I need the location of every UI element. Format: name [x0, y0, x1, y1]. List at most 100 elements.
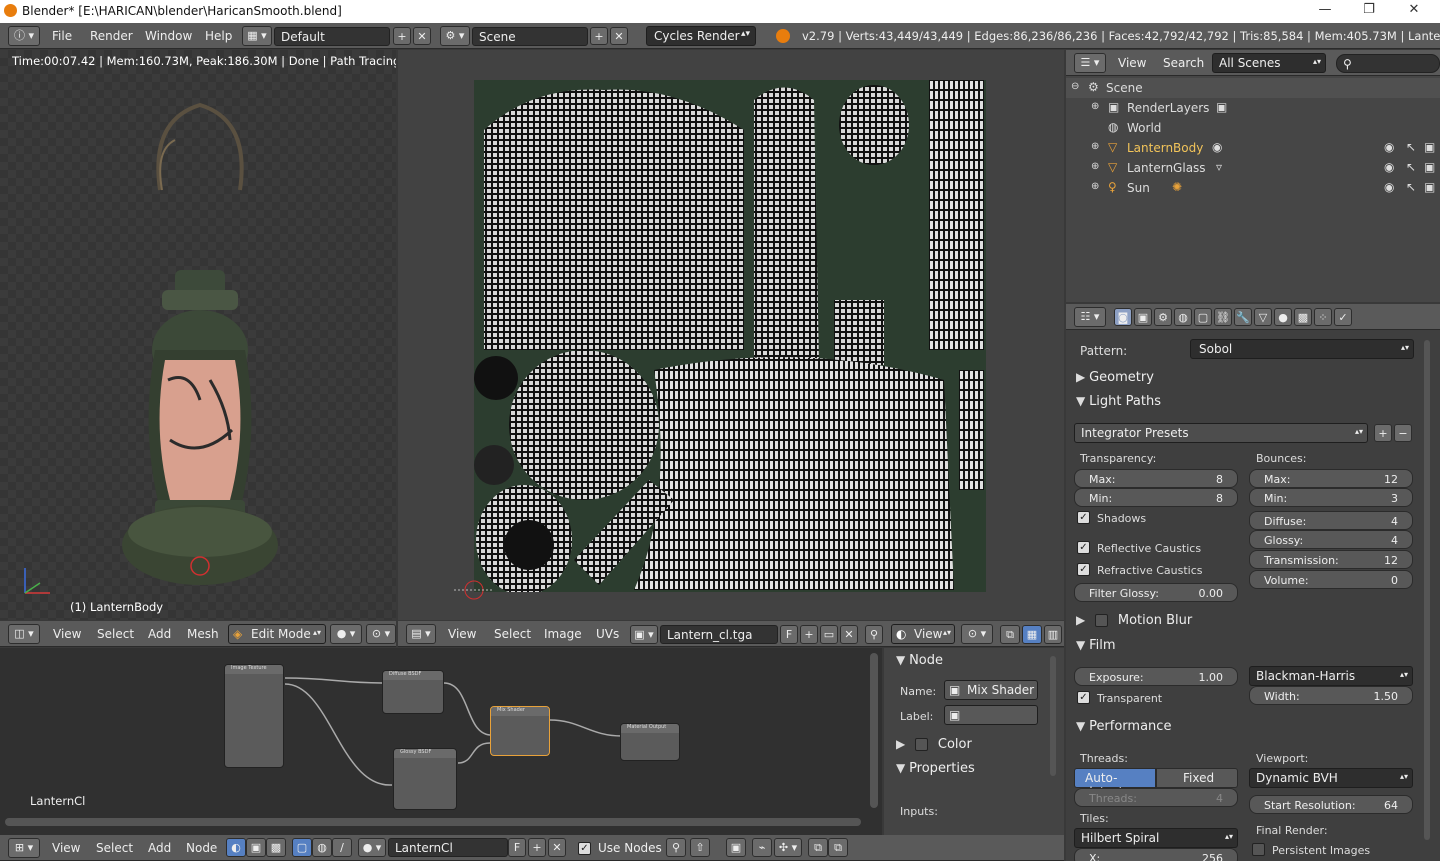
- menu-node[interactable]: Node: [186, 841, 217, 855]
- add-preset-icon[interactable]: +: [1374, 424, 1392, 442]
- mix-shader-node[interactable]: Mix Shader: [490, 706, 550, 756]
- node-sidebar-scrollbar[interactable]: [1050, 656, 1056, 776]
- outliner-row-lanternglass[interactable]: ⊕ ▽ LanternGlass ▿ ◉ ↖ ▣: [1066, 158, 1440, 178]
- transparent-checkbox[interactable]: ✓: [1077, 691, 1090, 704]
- menu-file[interactable]: File: [52, 29, 72, 43]
- compositing-tree-icon[interactable]: ▣: [246, 838, 266, 857]
- sync-selection-icon[interactable]: ⧉: [1000, 625, 1020, 644]
- texture-tab-icon[interactable]: ▩: [1294, 308, 1312, 326]
- scene-icon[interactable]: ⚙ ▾: [440, 26, 470, 46]
- viewport-bvh-select[interactable]: Dynamic BVH ▴▾: [1249, 768, 1413, 788]
- linestyle-shader-icon[interactable]: ∕: [332, 838, 352, 857]
- film-panel-header[interactable]: ▼ Film: [1076, 638, 1426, 658]
- threads-count-field[interactable]: Threads: 4: [1074, 788, 1238, 807]
- unlink-material-icon[interactable]: ✕: [548, 838, 566, 857]
- bounces-max-field[interactable]: Max: 12: [1249, 469, 1413, 488]
- particles-tab-icon[interactable]: ⁘: [1314, 308, 1332, 326]
- node-panel-header[interactable]: ▼ Node: [896, 653, 943, 668]
- node-editor-scrollbar[interactable]: [5, 818, 861, 826]
- 3d-viewport[interactable]: Time:00:07.42 | Mem:160.73M, Peak:186.30…: [0, 50, 396, 620]
- physics-tab-icon[interactable]: ✓: [1334, 308, 1352, 326]
- menu-render[interactable]: Render: [90, 29, 133, 43]
- editor-type-uv-icon[interactable]: ▤ ▾: [406, 624, 436, 644]
- add-scene-icon[interactable]: +: [590, 27, 608, 45]
- pattern-select[interactable]: Sobol ▴▾: [1190, 339, 1414, 359]
- outliner-row-scene[interactable]: ⊖ ⚙ Scene: [1066, 78, 1440, 98]
- render-camera-icon[interactable]: ▣: [1424, 160, 1435, 174]
- light-paths-panel-header[interactable]: ▼ Light Paths: [1076, 394, 1426, 414]
- vertex-select-icon[interactable]: ▦: [1022, 625, 1042, 644]
- motion-blur-checkbox[interactable]: [1095, 614, 1109, 627]
- shader-tree-icon[interactable]: ◐: [226, 838, 246, 857]
- volume-field[interactable]: Volume: 0: [1249, 570, 1413, 589]
- auto-detect-button[interactable]: Auto-detect: [1074, 768, 1156, 799]
- transmission-field[interactable]: Transmission: 12: [1249, 550, 1413, 569]
- exposure-field[interactable]: Exposure: 1.00: [1074, 667, 1238, 686]
- refractive-caustics-checkbox[interactable]: ✓: [1077, 563, 1090, 576]
- outliner-row-world[interactable]: ◍ World: [1066, 118, 1440, 138]
- properties-subpanel-header[interactable]: ▼ Properties: [896, 761, 975, 776]
- remove-layout-icon[interactable]: ✕: [413, 27, 431, 45]
- menu-add-node[interactable]: Add: [148, 841, 171, 855]
- material-tab-icon[interactable]: ●: [1274, 308, 1292, 326]
- remove-scene-icon[interactable]: ✕: [610, 27, 628, 45]
- glossy-field[interactable]: Glossy: 4: [1249, 530, 1413, 549]
- filter-width-field[interactable]: Width: 1.50: [1249, 686, 1413, 705]
- face-select-icon[interactable]: ▥: [1044, 625, 1062, 644]
- editor-type-3d-icon[interactable]: ◫ ▾: [8, 624, 40, 644]
- node-pin-icon[interactable]: ⚲: [666, 838, 686, 857]
- menu-view-3d[interactable]: View: [53, 627, 81, 641]
- world-tab-icon[interactable]: ◍: [1174, 308, 1192, 326]
- new-image-icon[interactable]: +: [800, 625, 818, 644]
- motion-blur-panel-header[interactable]: ▶ Motion Blur: [1076, 613, 1426, 633]
- render-camera-icon[interactable]: ▣: [1424, 140, 1435, 154]
- menu-help[interactable]: Help: [205, 29, 232, 43]
- select-cursor-icon[interactable]: ↖: [1406, 160, 1416, 174]
- image-texture-node[interactable]: Image Texture: [224, 664, 284, 768]
- node-name-field[interactable]: ▣ Mix Shader: [944, 680, 1038, 700]
- constraints-tab-icon[interactable]: ⛓: [1214, 308, 1232, 326]
- paste-nodes-icon[interactable]: ⧉: [828, 838, 848, 857]
- backdrop-icon[interactable]: ▣: [726, 838, 746, 857]
- node-editor-vscrollbar[interactable]: [870, 653, 878, 808]
- open-image-icon[interactable]: ▭: [820, 625, 838, 644]
- pivot-icon[interactable]: ⊙ ▾: [366, 624, 396, 644]
- material-name-field[interactable]: LanternCl: [388, 838, 508, 857]
- render-tab-icon[interactable]: ◙: [1114, 308, 1132, 326]
- fake-user-button[interactable]: F: [780, 625, 798, 644]
- go-parent-icon[interactable]: ⇧: [690, 838, 710, 857]
- texture-tree-icon[interactable]: ▩: [266, 838, 286, 857]
- filter-type-select[interactable]: Blackman-Harris ▴▾: [1249, 666, 1413, 686]
- menu-select-3d[interactable]: Select: [97, 627, 134, 641]
- expand-icon[interactable]: ⊕: [1091, 161, 1099, 172]
- geometry-panel-header[interactable]: ▶ Geometry: [1076, 370, 1426, 390]
- scene-field[interactable]: Scene: [472, 27, 588, 46]
- menu-select-node[interactable]: Select: [96, 841, 133, 855]
- filter-glossy-field[interactable]: Filter Glossy: 0.00: [1074, 583, 1238, 602]
- bounces-min-field[interactable]: Min: 3: [1249, 488, 1413, 507]
- transparency-max-field[interactable]: Max: 8: [1074, 469, 1238, 488]
- modifiers-tab-icon[interactable]: 🔧: [1234, 308, 1252, 326]
- color-checkbox[interactable]: [915, 738, 929, 751]
- unlink-image-icon[interactable]: ✕: [840, 625, 858, 644]
- select-cursor-icon[interactable]: ↖: [1406, 140, 1416, 154]
- minimize-button[interactable]: —: [1310, 2, 1340, 20]
- mode-select[interactable]: ◈ Edit Mode ▴▾: [228, 624, 326, 644]
- menu-view-uv[interactable]: View: [448, 627, 476, 641]
- editor-type-properties-icon[interactable]: ☷ ▾: [1074, 307, 1106, 327]
- integrator-presets-select[interactable]: Integrator Presets ▴▾: [1074, 423, 1368, 443]
- start-resolution-field[interactable]: Start Resolution: 64: [1249, 795, 1413, 814]
- editor-type-node-icon[interactable]: ⊞ ▾: [8, 838, 40, 858]
- persistent-images-checkbox[interactable]: [1252, 843, 1265, 856]
- view-mode-select[interactable]: ◐ View ▴▾: [891, 624, 955, 644]
- expand-icon[interactable]: ⊕: [1091, 101, 1099, 112]
- add-layout-icon[interactable]: +: [393, 27, 411, 45]
- menu-uvs[interactable]: UVs: [596, 627, 619, 641]
- layout-field[interactable]: Default: [274, 27, 390, 46]
- outliner-filter-select[interactable]: All Scenes ▴▾: [1212, 53, 1326, 73]
- image-browse-icon[interactable]: ▣ ▾: [630, 625, 658, 644]
- material-browse-icon[interactable]: ● ▾: [358, 838, 386, 857]
- object-tab-icon[interactable]: ▢: [1194, 308, 1212, 326]
- copy-nodes-icon[interactable]: ⧉: [808, 838, 828, 857]
- diffuse-field[interactable]: Diffuse: 4: [1249, 511, 1413, 530]
